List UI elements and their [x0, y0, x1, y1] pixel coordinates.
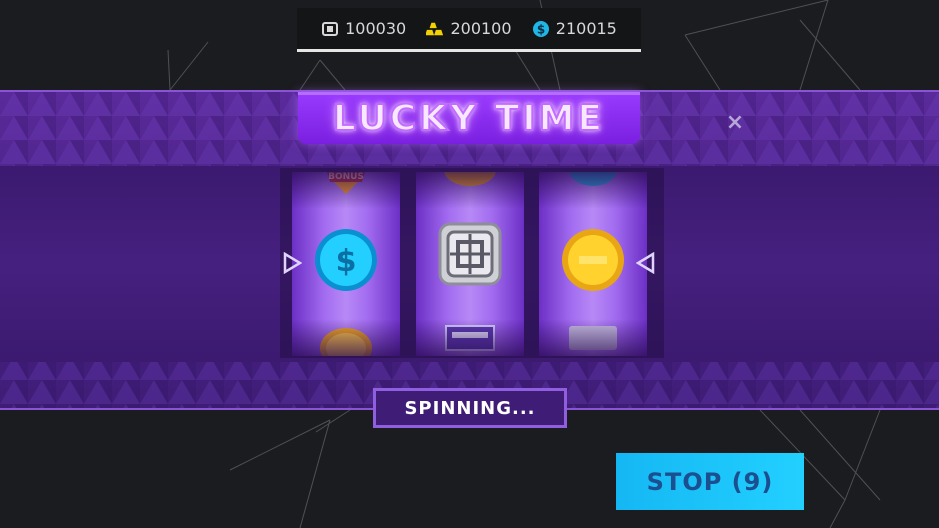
close-button[interactable]: × — [722, 108, 748, 136]
spinning-text: SPINNING... — [404, 397, 536, 419]
title-plate: LUCKY TIME — [298, 92, 640, 144]
stop-button[interactable]: STOP (9) — [616, 453, 804, 510]
reel-1: BONUS $ — [292, 172, 400, 356]
reel-3 — [539, 172, 647, 356]
game-title: LUCKY TIME — [332, 97, 606, 140]
bonus-text: BONUS — [328, 172, 364, 182]
reel-2 — [416, 172, 524, 356]
svg-text:$: $ — [537, 22, 545, 36]
gold-coin-icon — [442, 172, 498, 192]
microchip-icon — [321, 20, 339, 38]
spinning-status: SPINNING... — [373, 388, 567, 428]
stop-button-label: STOP (9) — [646, 467, 774, 496]
bars-icon — [442, 322, 498, 356]
chips-value: 100030 — [345, 19, 407, 38]
blue-coin-icon — [565, 172, 621, 192]
coin-dollar-icon: $ — [532, 20, 550, 38]
resource-bar: 100030 200100 $ 210015 — [297, 8, 641, 52]
svg-text:$: $ — [336, 244, 357, 279]
gold-value: 200100 — [450, 19, 512, 38]
resource-gold: 200100 — [426, 19, 512, 38]
resource-chips: 100030 — [321, 19, 406, 38]
microchip-symbol-icon — [438, 222, 502, 290]
gold-coin-icon — [561, 228, 625, 296]
coins-value: 210015 — [555, 19, 617, 38]
resource-coins: $ 210015 — [532, 19, 617, 38]
close-icon: × — [725, 109, 745, 135]
bonus-badge-icon: BONUS — [316, 172, 376, 200]
silver-bar-icon — [565, 322, 621, 356]
blue-dollar-coin-icon: $ — [314, 228, 378, 296]
gold-coin-icon — [318, 326, 374, 356]
gold-bars-icon — [426, 20, 444, 38]
